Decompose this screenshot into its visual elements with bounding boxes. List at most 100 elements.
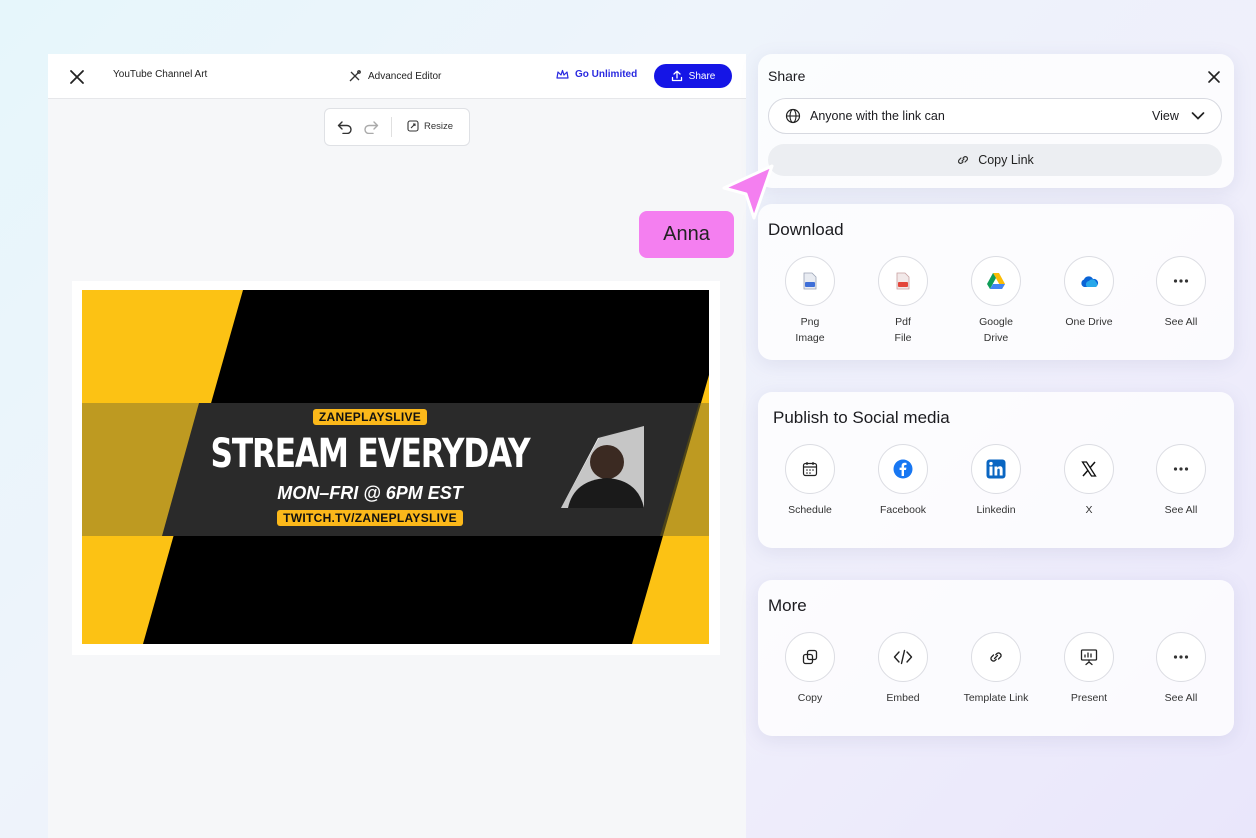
share-button-label: Share bbox=[688, 70, 716, 82]
download-see-all-option[interactable]: See All bbox=[1141, 256, 1221, 330]
facebook-icon bbox=[893, 459, 913, 479]
resize-icon bbox=[407, 120, 419, 132]
editor-area: YouTube Channel Art Advanced Editor Go U… bbox=[48, 54, 746, 838]
linkedin-label: Linkedin bbox=[976, 504, 1016, 516]
facebook-button[interactable] bbox=[878, 444, 928, 494]
resize-label: Resize bbox=[424, 120, 454, 132]
go-unlimited-label: Go Unlimited bbox=[575, 69, 638, 80]
schedule-button[interactable] bbox=[785, 444, 835, 494]
link-access-text: Anyone with the link can bbox=[810, 109, 945, 123]
social-see-all-label: See All bbox=[1164, 504, 1198, 516]
redo-icon[interactable] bbox=[363, 120, 379, 134]
more-icon bbox=[1173, 467, 1189, 471]
more-title: More bbox=[768, 596, 807, 615]
editor-topbar: YouTube Channel Art Advanced Editor Go U… bbox=[48, 54, 746, 99]
embed-option[interactable]: Embed bbox=[863, 632, 943, 706]
download-see-all-label: See All bbox=[1164, 316, 1198, 328]
link-icon bbox=[958, 156, 969, 164]
more-icon bbox=[1173, 279, 1189, 283]
social-panel: Publish to Social media Schedule Faceboo… bbox=[758, 392, 1234, 548]
share-title: Share bbox=[768, 68, 806, 84]
close-icon[interactable] bbox=[68, 68, 86, 86]
copy-label: Copy bbox=[797, 692, 823, 704]
template-link-button[interactable] bbox=[971, 632, 1021, 682]
embed-label: Embed bbox=[886, 692, 920, 704]
canvas-frame: ZANEPLAYSLIVE STREAM EVERYDAY MON–FRI @ … bbox=[72, 281, 720, 655]
google-drive-label: Google Drive bbox=[979, 316, 1013, 344]
google-drive-option[interactable]: Google Drive bbox=[956, 256, 1036, 346]
code-icon bbox=[893, 649, 913, 665]
globe-icon bbox=[785, 108, 801, 124]
banner-url: TWITCH.TV/ZANEPLAYSLIVE bbox=[277, 510, 463, 526]
copy-option[interactable]: Copy bbox=[770, 632, 850, 706]
banner-channel-wrap: ZANEPLAYSLIVE bbox=[82, 408, 658, 426]
link-access-level: View bbox=[1152, 109, 1179, 123]
onedrive-label: One Drive bbox=[1065, 316, 1113, 328]
facebook-option[interactable]: Facebook bbox=[863, 444, 943, 518]
present-option[interactable]: Present bbox=[1049, 632, 1129, 706]
social-see-all-button[interactable] bbox=[1156, 444, 1206, 494]
pdf-file-icon bbox=[896, 272, 910, 290]
schedule-option[interactable]: Schedule bbox=[770, 444, 850, 518]
x-button[interactable] bbox=[1064, 444, 1114, 494]
link-icon bbox=[990, 652, 1002, 662]
download-pdf-button[interactable] bbox=[878, 256, 928, 306]
share-button[interactable]: Share bbox=[654, 64, 732, 88]
copy-link-button[interactable]: Copy Link bbox=[768, 144, 1222, 176]
advanced-editor-button[interactable]: Advanced Editor bbox=[348, 69, 441, 83]
linkedin-icon bbox=[986, 459, 1006, 479]
banner-channel: ZANEPLAYSLIVE bbox=[312, 409, 428, 425]
png-file-icon bbox=[803, 272, 817, 290]
download-panel: Download Png Image Pdf File Google Drive… bbox=[758, 204, 1234, 360]
canvas-toolbar: Resize bbox=[324, 108, 470, 146]
toolbar-divider bbox=[391, 117, 392, 137]
linkedin-option[interactable]: Linkedin bbox=[956, 444, 1036, 518]
banner-headline: STREAM EVERYDAY bbox=[210, 431, 531, 477]
download-see-all-button[interactable] bbox=[1156, 256, 1206, 306]
share-panel: Share Anyone with the link can View Copy… bbox=[758, 54, 1234, 188]
download-png-button[interactable] bbox=[785, 256, 835, 306]
onedrive-icon bbox=[1081, 275, 1099, 287]
onedrive-option[interactable]: One Drive bbox=[1049, 256, 1129, 330]
copy-icon bbox=[802, 649, 818, 665]
x-icon bbox=[1081, 461, 1097, 477]
download-pdf-option[interactable]: Pdf File bbox=[863, 256, 943, 346]
more-panel: More Copy Embed Template Link Present Se… bbox=[758, 580, 1234, 736]
schedule-label: Schedule bbox=[788, 504, 832, 516]
copy-link-label: Copy Link bbox=[978, 153, 1034, 167]
crown-icon bbox=[556, 69, 569, 79]
google-drive-button[interactable] bbox=[971, 256, 1021, 306]
embed-button[interactable] bbox=[878, 632, 928, 682]
template-link-label: Template Link bbox=[963, 692, 1029, 704]
download-pdf-label: Pdf File bbox=[894, 316, 912, 344]
presentation-icon bbox=[1080, 649, 1098, 666]
undo-icon[interactable] bbox=[337, 120, 353, 134]
chevron-down-icon bbox=[1191, 112, 1205, 120]
facebook-label: Facebook bbox=[879, 504, 927, 516]
banner-url-wrap: TWITCH.TV/ZANEPLAYSLIVE bbox=[82, 509, 658, 527]
close-icon[interactable] bbox=[1207, 70, 1221, 84]
collaborator-name-tag: Anna bbox=[639, 211, 734, 258]
banner-schedule: MON–FRI @ 6PM EST bbox=[277, 483, 463, 503]
resize-button[interactable]: Resize bbox=[407, 120, 453, 132]
upload-icon bbox=[671, 70, 682, 82]
channel-art-canvas[interactable]: ZANEPLAYSLIVE STREAM EVERYDAY MON–FRI @ … bbox=[82, 290, 709, 644]
calendar-icon bbox=[802, 462, 818, 477]
x-option[interactable]: X bbox=[1049, 444, 1129, 518]
onedrive-button[interactable] bbox=[1064, 256, 1114, 306]
download-png-label: Png Image bbox=[795, 316, 825, 344]
social-see-all-option[interactable]: See All bbox=[1141, 444, 1221, 518]
go-unlimited-link[interactable]: Go Unlimited bbox=[556, 69, 637, 80]
copy-button[interactable] bbox=[785, 632, 835, 682]
download-png-option[interactable]: Png Image bbox=[770, 256, 850, 346]
present-label: Present bbox=[1070, 692, 1108, 704]
template-link-option[interactable]: Template Link bbox=[956, 632, 1036, 706]
more-see-all-label: See All bbox=[1164, 692, 1198, 704]
more-icon bbox=[1173, 655, 1189, 659]
more-see-all-option[interactable]: See All bbox=[1141, 632, 1221, 706]
linkedin-button[interactable] bbox=[971, 444, 1021, 494]
present-button[interactable] bbox=[1064, 632, 1114, 682]
more-see-all-button[interactable] bbox=[1156, 632, 1206, 682]
link-access-dropdown[interactable]: Anyone with the link can View bbox=[768, 98, 1222, 134]
magic-tools-icon bbox=[349, 70, 361, 82]
